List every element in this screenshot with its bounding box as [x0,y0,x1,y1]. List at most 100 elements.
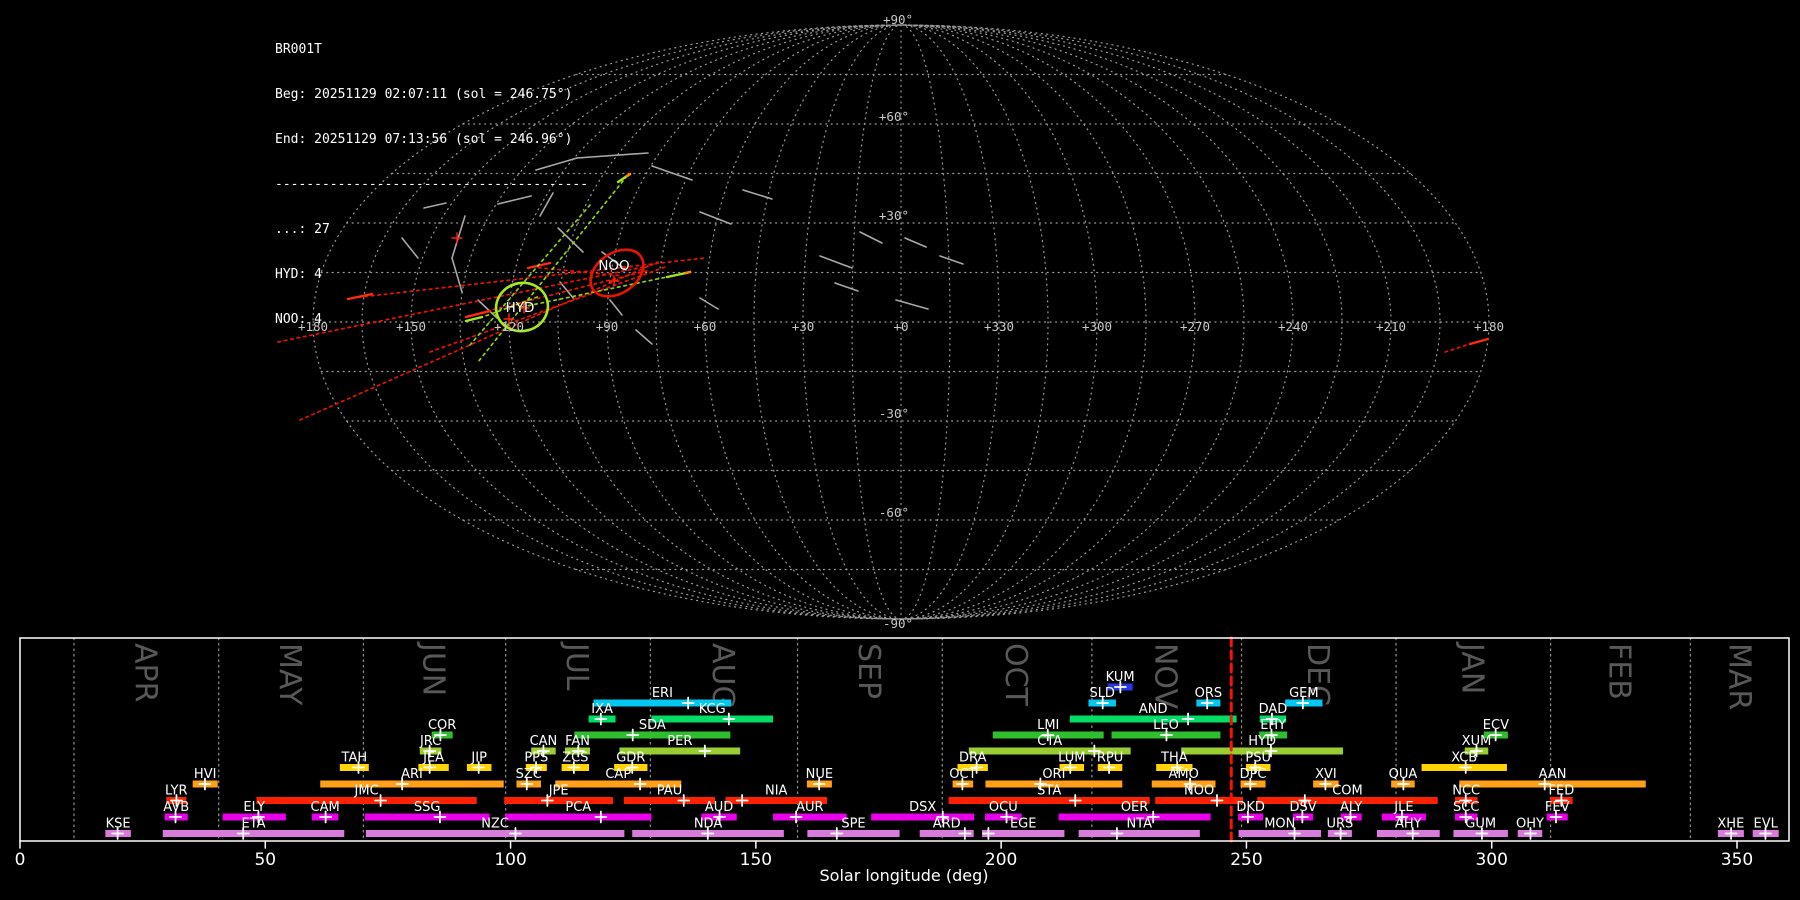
shower-label-ocu: OCU [989,800,1018,815]
shower-label-cor: COR [428,718,456,733]
x-tick-label: 300 [1475,850,1507,870]
shower-label-psu: PSU [1245,751,1271,766]
shower-label-dra: DRA [959,751,987,766]
shower-label-nta: NTA [1126,817,1152,832]
shower-label-gum: GUM [1465,817,1496,832]
shower-label-fev: FEV [1545,800,1570,815]
sporadic-track [699,297,719,310]
ra-label: +0 [893,319,908,334]
shower-label-eri: ERI [652,686,673,701]
shower-label-jmc: JMC [354,784,379,799]
x-tick-label: 350 [1721,850,1753,870]
shower-label-dsx: DSX [909,800,936,815]
dec-label-side: -60° [879,505,909,520]
meteor-head [625,172,632,178]
shower-label-ely: ELY [243,800,265,815]
ra-label: +270 [1180,319,1210,334]
shower-label-jea: JEA [422,751,444,766]
x-tick-label: 0 [15,850,26,870]
shower-label-jle: JLE [1393,800,1413,815]
shower-label-dkd: DKD [1236,800,1265,815]
shower-label-jpe: JPE [548,784,569,799]
shower-label-gdr: GDR [616,751,645,766]
shower-label-tah: TAH [341,751,368,766]
sporadic-track [742,189,773,200]
count-noo: NOO: 4 [275,312,322,327]
shower-label-aur: AUR [796,800,823,815]
month-label: SEP [851,643,886,699]
ra-label: +30 [792,319,815,334]
shower-label-spe: SPE [841,817,865,832]
shower-label-ors: ORS [1195,686,1223,701]
shower-label-ssg: SSG [414,800,441,815]
radiant-label-noo: NOO [598,258,629,274]
shower-label-dpc: DPC [1240,767,1267,782]
month-label: MAR [1722,643,1757,710]
x-tick-label: 250 [1230,850,1262,870]
sporadic-track [939,255,964,265]
shower-label-mon: MON [1264,817,1295,832]
shower-label-ege: EGE [1010,817,1037,832]
shower-label-sda: SDA [639,718,666,733]
shower-label-cta: CTA [1037,734,1062,749]
dec-label-side: -30° [879,406,909,421]
shower-label-dad: DAD [1259,702,1288,717]
dec-label-side: +60° [879,109,909,124]
count-sporadic: ...: 27 [275,222,330,237]
ra-label: +60 [694,319,717,334]
shower-label-ehy: EHY [1260,718,1286,733]
sky-map-and-activity-chart: NOOHYD+180 +150 +120 +90 +60 +30 +0 +330 +300 +27… [15,12,1790,870]
shower-label-cap: CAP [605,767,631,782]
month-label: MAY [272,643,307,706]
ra-label: +180 [1474,319,1504,334]
shower-label-zcs: ZCS [562,751,588,766]
shower-label-eta: ETA [241,817,265,832]
sporadic-track [834,282,859,292]
month-label: AUG [705,643,740,709]
shower-label-sta: STA [1037,784,1061,799]
begin-time: Beg: 20251129 02:07:11 (sol = 246.75°) [275,87,573,102]
noo-track-dotted [1444,343,1471,353]
ra-label: +330 [984,319,1014,334]
sporadic-track [859,231,883,244]
month-label: JAN [1454,641,1489,694]
shower-label-oer: OER [1121,800,1148,815]
month-label: OCT [998,643,1033,707]
x-tick-label: 50 [254,850,276,870]
shower-label-ard: ARD [933,817,961,832]
meteor-radiant-map-page: NOO HYD +180 +150 +120 +90 +60 +30 +0 +330 +300 +27… [0,0,1800,900]
sporadic-track [651,165,693,181]
end-time: End: 20251129 07:13:56 (sol = 246.96°) [275,132,573,147]
shower-label-kcg: KCG [699,702,726,717]
shower-label-com: COM [1332,784,1363,799]
shower-label-nzc: NZC [481,817,509,832]
shower-label-lum: LUM [1058,751,1085,766]
sporadic-track [609,299,623,316]
shower-label-tha: THA [1160,751,1188,766]
sporadic-track [904,237,927,248]
month-label: JUL [559,641,594,691]
month-label: FEB [1601,643,1636,700]
sporadic-track [699,211,732,225]
shower-label-noo: NOO [1184,784,1214,799]
activity-chart: APR MAY JUN JUL AUG SEP OCT NOV DEC JAN FEB MARKUME… [15,636,1790,870]
shower-label-aan: AAN [1539,767,1567,782]
shower-label-szc: SZC [516,767,542,782]
meteor-head [684,270,692,275]
x-tick-label: 100 [494,850,526,870]
ra-label: +300 [1082,319,1112,334]
ra-label: +90 [596,319,619,334]
sporadic-track [895,299,929,310]
sporadic-track [635,329,653,345]
shower-label-rpu: RPU [1097,751,1123,766]
shower-label-pau: PAU [657,784,682,799]
shower-label-ari: ARI [401,767,423,782]
observation-header: BR001T Beg: 20251129 02:07:11 (sol = 246… [275,12,588,357]
x-axis-title: Solar longitude (deg) [819,866,989,885]
shower-label-gem: GEM [1289,686,1319,701]
ra-label: +240 [1278,319,1308,334]
shower-label-ahy: AHY [1395,817,1422,832]
shower-label-and: AND [1139,702,1168,717]
count-hyd: HYD: 4 [275,267,322,282]
dec-label-bottom: -90° [883,616,913,631]
